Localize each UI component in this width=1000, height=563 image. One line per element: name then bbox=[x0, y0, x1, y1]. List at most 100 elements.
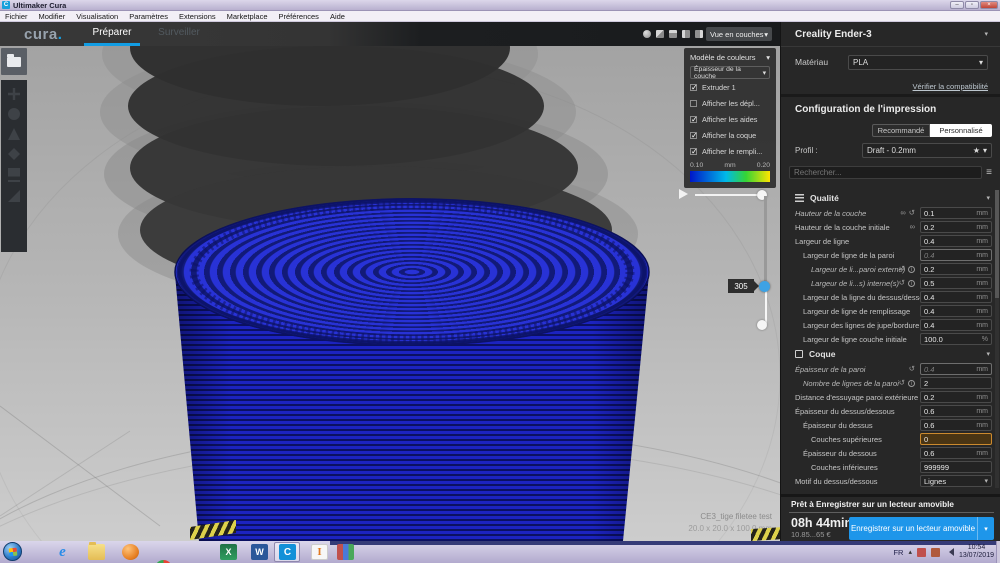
printer-selector[interactable]: Creality Ender-3 ▾ bbox=[781, 22, 1000, 47]
setting-input[interactable]: 0.2 mm bbox=[920, 391, 992, 403]
setting-input-modified[interactable]: 0 bbox=[920, 433, 992, 445]
language-indicator[interactable]: FR bbox=[893, 548, 903, 557]
revert-icon[interactable]: ↺ bbox=[909, 209, 915, 217]
tray-network-icon[interactable] bbox=[930, 547, 940, 557]
settings-menu-icon[interactable]: ≡ bbox=[986, 167, 992, 178]
setting-input[interactable]: 0.5 mm bbox=[920, 277, 992, 289]
tool-rotate-icon[interactable] bbox=[8, 128, 20, 140]
window-titlebar[interactable]: C Ultimaker Cura – ▫ × bbox=[0, 0, 1000, 11]
setting-input[interactable]: 0.1 mm bbox=[920, 207, 992, 219]
color-scheme-dropdown[interactable]: Épaisseur de la couche ▾ bbox=[690, 66, 770, 80]
taskbar-media-player-icon[interactable] bbox=[122, 544, 139, 560]
view-right-icon[interactable] bbox=[695, 30, 703, 38]
start-button[interactable] bbox=[3, 542, 22, 561]
setting-input[interactable]: 2 bbox=[920, 377, 992, 389]
layer-slider-current-handle[interactable] bbox=[759, 281, 770, 292]
tool-per-model-settings-icon[interactable] bbox=[8, 168, 20, 182]
menu-extensions[interactable]: Extensions bbox=[179, 12, 216, 21]
setting-input[interactable]: 999999 bbox=[920, 461, 992, 473]
setting-dropdown[interactable]: Lignes ▾ bbox=[920, 475, 992, 487]
tool-move-icon[interactable] bbox=[8, 88, 20, 100]
view-left-icon[interactable] bbox=[682, 30, 690, 38]
volume-icon[interactable] bbox=[945, 548, 954, 556]
menu-parametres[interactable]: Paramètres bbox=[129, 12, 168, 21]
info-icon[interactable]: i bbox=[908, 279, 915, 287]
view-front-icon[interactable] bbox=[656, 30, 664, 38]
checkbox-show-travels[interactable]: ✓ Afficher les dépl... bbox=[690, 96, 770, 111]
info-icon[interactable]: i bbox=[908, 379, 915, 387]
link-icon[interactable]: ∞ bbox=[900, 209, 905, 217]
print-time-estimate: 08h 44min bbox=[791, 516, 853, 530]
search-settings-input[interactable] bbox=[789, 166, 983, 179]
save-to-removable-drive-button[interactable]: Enregistrer sur un lecteur amovible ▾ bbox=[849, 517, 994, 540]
tool-support-blocker-icon[interactable] bbox=[8, 190, 20, 202]
view-mode-dropdown[interactable]: Vue en couches ▾ bbox=[706, 27, 772, 41]
setting-input[interactable]: 100.0% bbox=[920, 333, 992, 345]
viewport-3d[interactable]: Modèle de couleurs ▾ Épaisseur de la cou… bbox=[0, 46, 780, 541]
menu-aide[interactable]: Aide bbox=[330, 12, 345, 21]
link-icon[interactable]: ∞ bbox=[910, 223, 915, 231]
maximize-button[interactable]: ▫ bbox=[965, 1, 979, 9]
view-3d-icon[interactable] bbox=[643, 30, 651, 38]
menu-modifier[interactable]: Modifier bbox=[39, 12, 66, 21]
play-simulation-button[interactable] bbox=[679, 189, 688, 199]
menu-preferences[interactable]: Préférences bbox=[279, 12, 319, 21]
hidden-icons-arrow[interactable]: ▴ bbox=[908, 548, 912, 556]
tab-surveiller[interactable]: Surveiller bbox=[150, 22, 208, 43]
taskbar-word-icon[interactable]: W bbox=[251, 544, 268, 560]
revert-icon[interactable]: ↺ bbox=[899, 265, 905, 273]
recommended-mode-button[interactable]: Recommandé bbox=[872, 124, 930, 137]
menu-marketplace[interactable]: Marketplace bbox=[227, 12, 268, 21]
check-compatibility-link[interactable]: Vérifier la compatibilité bbox=[913, 82, 988, 91]
taskbar-excel-icon[interactable]: X bbox=[220, 544, 237, 560]
tool-scale-icon[interactable] bbox=[8, 108, 20, 120]
taskbar-internet-explorer-icon[interactable]: e bbox=[54, 544, 71, 560]
clock[interactable]: 10:54 13/07/2019 bbox=[959, 544, 997, 560]
checkbox-show-infill[interactable]: ✓ Afficher le rempli... bbox=[690, 144, 770, 159]
revert-icon[interactable]: ↺ bbox=[899, 279, 905, 287]
layer-slider-bottom-handle[interactable] bbox=[757, 320, 767, 330]
settings-scrollbar[interactable] bbox=[995, 190, 999, 488]
taskbar-winrar-icon[interactable] bbox=[337, 544, 354, 560]
menu-fichier[interactable]: Fichier bbox=[5, 12, 28, 21]
profile-dropdown[interactable]: Draft - 0.2mm ★ ▾ bbox=[862, 143, 992, 158]
simulation-slider[interactable] bbox=[695, 194, 757, 196]
tool-mirror-icon[interactable] bbox=[8, 148, 20, 160]
setting-input[interactable]: 0.6 mm bbox=[920, 405, 992, 417]
setting-input[interactable]: 0.2 mm bbox=[920, 263, 992, 275]
setting-input[interactable]: 0.4 mm bbox=[920, 363, 992, 375]
setting-input[interactable]: 0.4 mm bbox=[920, 305, 992, 317]
setting-input[interactable]: 0.6 mm bbox=[920, 419, 992, 431]
show-desktop-button[interactable] bbox=[996, 541, 1000, 563]
setting-input[interactable]: 0.4 mm bbox=[920, 249, 992, 261]
checkbox-extruder-1[interactable]: ✓ Extruder 1 bbox=[690, 80, 770, 95]
material-dropdown[interactable]: PLA ▾ bbox=[848, 54, 988, 70]
custom-mode-button[interactable]: Personnalisé bbox=[930, 124, 992, 137]
revert-icon[interactable]: ↺ bbox=[909, 365, 915, 373]
revert-icon[interactable]: ↺ bbox=[899, 379, 905, 387]
taskbar-installer-icon[interactable]: I bbox=[311, 544, 328, 560]
chevron-down-icon[interactable]: ▾ bbox=[766, 53, 770, 62]
setting-input[interactable]: 0.4 mm bbox=[920, 235, 992, 247]
save-options-chevron-icon[interactable]: ▾ bbox=[977, 517, 994, 540]
minimize-button[interactable]: – bbox=[950, 1, 964, 9]
setting-input[interactable]: 0.4 mm bbox=[920, 291, 992, 303]
view-top-icon[interactable] bbox=[669, 30, 677, 38]
setting-input[interactable]: 0.6 mm bbox=[920, 447, 992, 459]
setting-input[interactable]: 0.2 mm bbox=[920, 221, 992, 233]
tab-preparer[interactable]: Préparer bbox=[84, 22, 140, 46]
star-icon[interactable]: ★ bbox=[973, 146, 980, 155]
checkbox-show-shell[interactable]: ✓ Afficher la coque bbox=[690, 128, 770, 143]
taskbar-cura-icon[interactable]: C bbox=[279, 544, 296, 560]
info-icon[interactable]: i bbox=[908, 265, 915, 273]
layer-slider-track[interactable] bbox=[764, 196, 767, 281]
menu-visualisation[interactable]: Visualisation bbox=[76, 12, 118, 21]
section-quality[interactable]: Qualité ▾ bbox=[781, 190, 1000, 206]
close-button[interactable]: × bbox=[980, 1, 998, 9]
open-file-button[interactable] bbox=[1, 48, 27, 75]
checkbox-show-helpers[interactable]: ✓ Afficher les aides bbox=[690, 112, 770, 127]
tray-flag-icon[interactable] bbox=[916, 547, 926, 557]
taskbar-explorer-icon[interactable] bbox=[88, 542, 105, 560]
section-shell[interactable]: Coque ▾ bbox=[781, 346, 1000, 362]
setting-input[interactable]: 0.4 mm bbox=[920, 319, 992, 331]
